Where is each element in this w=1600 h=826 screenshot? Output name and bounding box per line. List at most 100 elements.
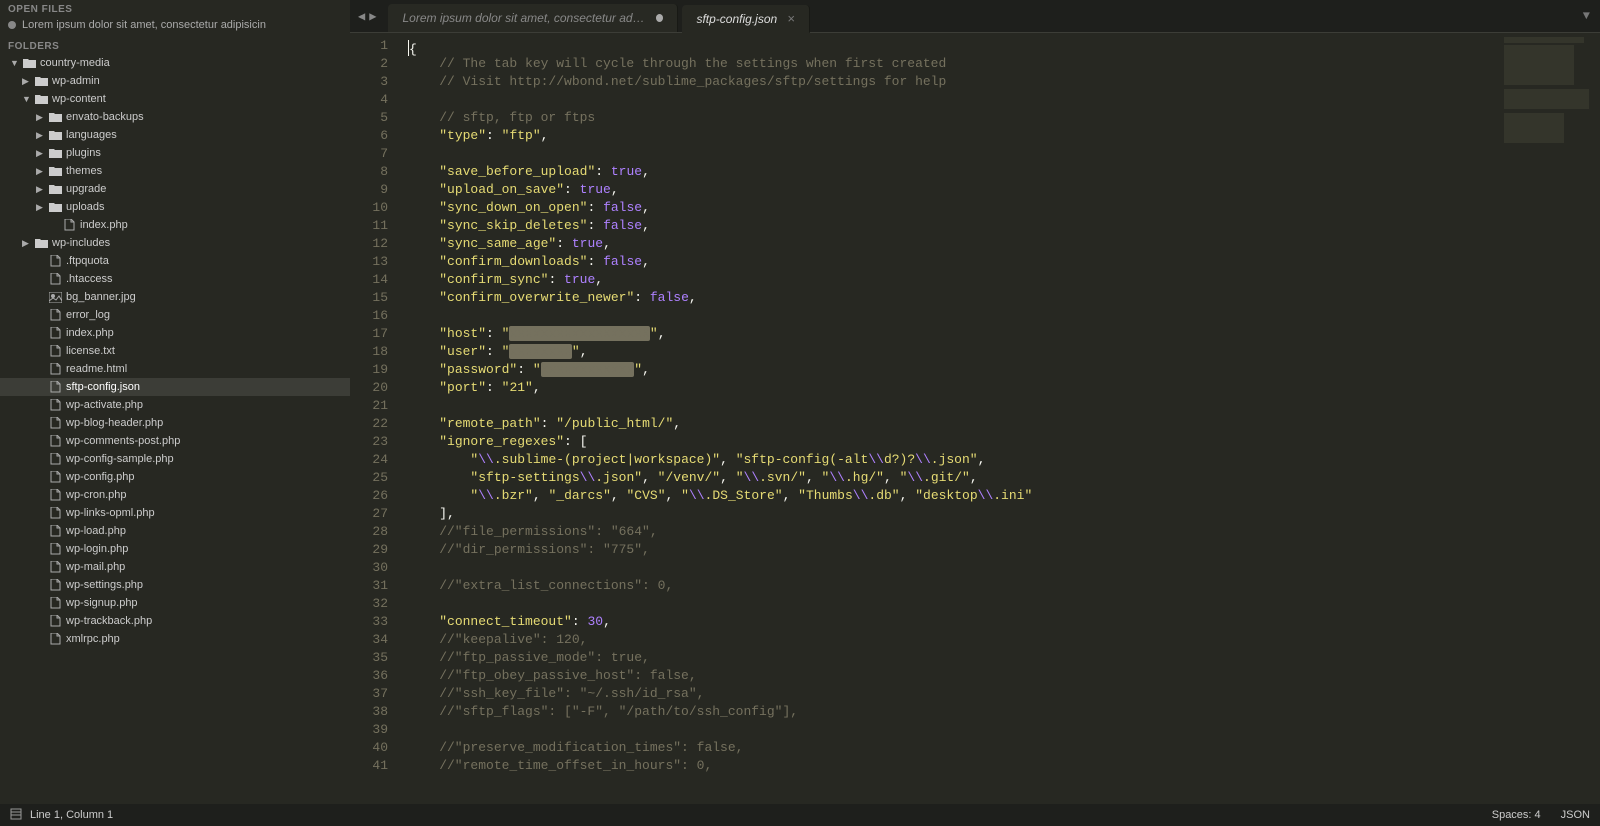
chevron-down-icon[interactable]: ▼ xyxy=(10,58,20,68)
chevron-right-icon[interactable]: ▶ xyxy=(36,184,46,194)
line-number: 32 xyxy=(350,595,388,613)
tab-label: Lorem ipsum dolor sit amet, consectetur … xyxy=(402,11,646,25)
tree-folder[interactable]: ▼country-media xyxy=(0,54,350,72)
line-number: 7 xyxy=(350,145,388,163)
file-icon xyxy=(48,633,62,645)
line-number: 33 xyxy=(350,613,388,631)
nav-back-icon[interactable]: ◀ xyxy=(358,9,365,24)
minimap[interactable] xyxy=(1500,33,1600,804)
chevron-right-icon[interactable]: ▶ xyxy=(36,202,46,212)
text-cursor xyxy=(408,40,409,56)
line-number: 3 xyxy=(350,73,388,91)
code-line: "confirm_overwrite_newer": false, xyxy=(408,289,1500,307)
code-line: "user": "xxxxxxxx", xyxy=(408,343,1500,361)
chevron-right-icon[interactable]: ▶ xyxy=(36,166,46,176)
tree-folder[interactable]: ▼wp-content xyxy=(0,90,350,108)
chevron-right-icon[interactable]: ▶ xyxy=(36,148,46,158)
tree-file[interactable]: bg_banner.jpg xyxy=(0,288,350,306)
statusbar-menu-icon[interactable] xyxy=(10,808,22,823)
code-line: //"ftp_obey_passive_host": false, xyxy=(408,667,1500,685)
line-number: 38 xyxy=(350,703,388,721)
tab-nav: ◀ ▶ xyxy=(350,0,384,32)
open-file-item[interactable]: Lorem ipsum dolor sit amet, consectetur … xyxy=(0,17,350,37)
file-icon xyxy=(48,435,62,447)
tree-file[interactable]: wp-settings.php xyxy=(0,576,350,594)
tree-file[interactable]: error_log xyxy=(0,306,350,324)
folder-icon xyxy=(48,111,62,123)
file-icon xyxy=(48,255,62,267)
code-line: "port": "21", xyxy=(408,379,1500,397)
tree-file[interactable]: wp-load.php xyxy=(0,522,350,540)
tree-folder[interactable]: ▶languages xyxy=(0,126,350,144)
syntax-setting[interactable]: JSON xyxy=(1561,809,1590,821)
tree-item-label: themes xyxy=(66,165,102,177)
code-line: "remote_path": "/public_html/", xyxy=(408,415,1500,433)
file-icon xyxy=(48,399,62,411)
line-number: 13 xyxy=(350,253,388,271)
tree-file[interactable]: wp-links-opml.php xyxy=(0,504,350,522)
line-number: 6 xyxy=(350,127,388,145)
code-line: //"dir_permissions": "775", xyxy=(408,541,1500,559)
chevron-right-icon[interactable]: ▶ xyxy=(36,112,46,122)
tree-file[interactable]: index.php xyxy=(0,324,350,342)
line-number: 36 xyxy=(350,667,388,685)
tree-file[interactable]: wp-mail.php xyxy=(0,558,350,576)
tab-overflow-icon[interactable]: ▼ xyxy=(1573,0,1600,32)
tree-file[interactable]: .ftpquota xyxy=(0,252,350,270)
tree-file[interactable]: index.php xyxy=(0,216,350,234)
tree-file[interactable]: xmlrpc.php xyxy=(0,630,350,648)
tree-file[interactable]: wp-trackback.php xyxy=(0,612,350,630)
code-line: "\\.sublime-(project|workspace)", "sftp-… xyxy=(408,451,1500,469)
tree-folder[interactable]: ▶ wp-admin xyxy=(0,72,350,90)
indent-setting[interactable]: Spaces: 4 xyxy=(1492,809,1541,821)
tree-folder[interactable]: ▶uploads xyxy=(0,198,350,216)
close-icon[interactable]: × xyxy=(787,11,795,26)
tree-item-label: wp-load.php xyxy=(66,525,126,537)
tree-file[interactable]: wp-comments-post.php xyxy=(0,432,350,450)
code-line: //"preserve_modification_times": false, xyxy=(408,739,1500,757)
tree-file[interactable]: readme.html xyxy=(0,360,350,378)
tree-folder[interactable]: ▶ themes xyxy=(0,162,350,180)
folder-icon xyxy=(48,147,62,159)
file-icon xyxy=(48,597,62,609)
line-number-gutter: 1234567891011121314151617181920212223242… xyxy=(350,33,400,804)
code-area[interactable]: { // The tab key will cycle through the … xyxy=(400,33,1500,804)
tree-item-label: upgrade xyxy=(66,183,106,195)
tree-folder[interactable]: ▶plugins xyxy=(0,144,350,162)
tree-folder[interactable]: ▶envato-backups xyxy=(0,108,350,126)
tree-file[interactable]: sftp-config.json xyxy=(0,378,350,396)
tree-item-label: wp-admin xyxy=(52,75,100,87)
tree-file[interactable]: wp-login.php xyxy=(0,540,350,558)
code-line xyxy=(408,559,1500,577)
nav-forward-icon[interactable]: ▶ xyxy=(369,9,376,24)
code-line: //"ftp_passive_mode": true, xyxy=(408,649,1500,667)
cursor-position: Line 1, Column 1 xyxy=(30,809,113,821)
chevron-right-icon[interactable]: ▶ xyxy=(22,76,32,86)
line-number: 31 xyxy=(350,577,388,595)
tree-file[interactable]: wp-config-sample.php xyxy=(0,450,350,468)
tree-file[interactable]: license.txt xyxy=(0,342,350,360)
tree-file[interactable]: wp-cron.php xyxy=(0,486,350,504)
code-line: //"file_permissions": "664", xyxy=(408,523,1500,541)
file-icon xyxy=(48,381,62,393)
tree-file[interactable]: wp-activate.php xyxy=(0,396,350,414)
tree-folder[interactable]: ▶ upgrade xyxy=(0,180,350,198)
tree-file[interactable]: wp-config.php xyxy=(0,468,350,486)
file-icon xyxy=(48,615,62,627)
code-line: "confirm_sync": true, xyxy=(408,271,1500,289)
code-line: "save_before_upload": true, xyxy=(408,163,1500,181)
line-number: 4 xyxy=(350,91,388,109)
chevron-down-icon[interactable]: ▼ xyxy=(22,94,32,104)
tree-folder[interactable]: ▶wp-includes xyxy=(0,234,350,252)
tree-file[interactable]: .htaccess xyxy=(0,270,350,288)
tree-file[interactable]: wp-signup.php xyxy=(0,594,350,612)
tree-item-label: wp-comments-post.php xyxy=(66,435,180,447)
code-line: "ignore_regexes": [ xyxy=(408,433,1500,451)
tab[interactable]: Lorem ipsum dolor sit amet, consectetur … xyxy=(388,4,678,32)
tree-item-label: .htaccess xyxy=(66,273,112,285)
tab[interactable]: sftp-config.json× xyxy=(682,5,809,33)
chevron-right-icon[interactable]: ▶ xyxy=(22,238,32,248)
chevron-right-icon[interactable]: ▶ xyxy=(36,130,46,140)
tree-file[interactable]: wp-blog-header.php xyxy=(0,414,350,432)
code-line: // Visit http://wbond.net/sublime_packag… xyxy=(408,73,1500,91)
